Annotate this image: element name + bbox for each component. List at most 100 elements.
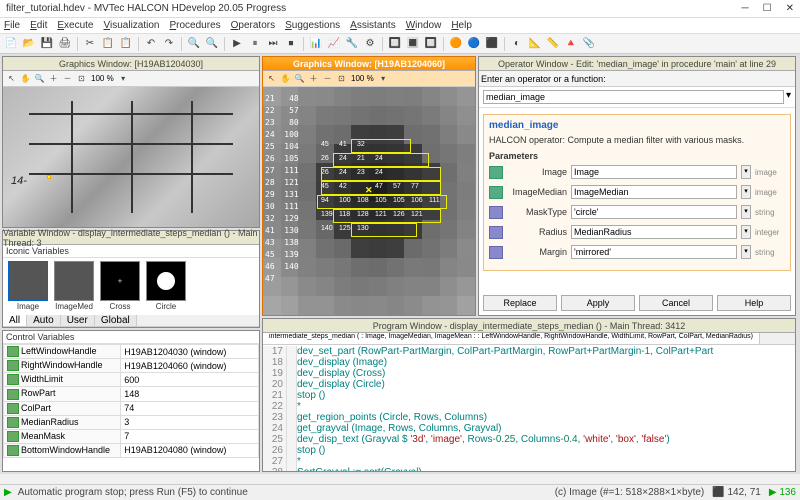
toolbar-button[interactable]: 🔍 <box>204 36 220 52</box>
toolbar-button[interactable]: 🔳 <box>405 36 421 52</box>
toolbar-button[interactable]: ⏭ <box>265 36 281 52</box>
replace-button[interactable]: Replace <box>483 295 557 311</box>
zoomout-icon[interactable]: － <box>321 72 334 85</box>
code-line[interactable]: 23get_region_points (Circle, Rows, Colum… <box>263 412 795 423</box>
toolbar-button[interactable]: ↶ <box>143 36 159 52</box>
toolbar-button[interactable]: 🔍 <box>186 36 202 52</box>
close-button[interactable]: ✕ <box>786 3 794 14</box>
toolbar-button[interactable]: 🔵 <box>466 36 482 52</box>
toolbar-button[interactable]: 📋 <box>118 36 134 52</box>
varw-title[interactable]: Variable Window - display_intermediate_s… <box>3 231 259 245</box>
tab-procedure[interactable]: intermediate_steps_median ( : Image, Ima… <box>263 333 760 344</box>
menu-operators[interactable]: Operators <box>231 20 275 31</box>
code-line[interactable]: 25dev_disp_text (Grayval $ '3d', 'image'… <box>263 434 795 445</box>
toolbar-button[interactable]: ⬛ <box>484 36 500 52</box>
code-line[interactable]: 26stop () <box>263 445 795 456</box>
thumbnail[interactable]: Image <box>6 261 50 311</box>
code-line[interactable]: 19dev_display (Cross) <box>263 368 795 379</box>
zoomin-icon[interactable]: ＋ <box>47 72 60 85</box>
zoom-icon[interactable]: 🔍 <box>33 72 46 85</box>
toolbar-button[interactable]: ◐ <box>509 36 525 52</box>
minimize-button[interactable]: ─ <box>742 3 749 14</box>
gw2-title[interactable]: Graphics Window: [H19AB1204060] <box>263 57 475 71</box>
code-line[interactable]: 17dev_set_part (RowPart-PartMargin, ColP… <box>263 346 795 357</box>
menu-file[interactable]: File <box>4 20 20 31</box>
menu-procedures[interactable]: Procedures <box>169 20 220 31</box>
thumbnail[interactable]: ImageMed <box>52 261 96 311</box>
tab-global[interactable]: Global <box>95 315 137 326</box>
table-row[interactable]: BottomWindowHandleH19AB1204080 (window) <box>4 443 259 457</box>
toolbar-button[interactable]: 📋 <box>100 36 116 52</box>
toolbar-button[interactable]: 📐 <box>527 36 543 52</box>
code-line[interactable]: 18dev_display (Image) <box>263 357 795 368</box>
code-line[interactable]: 22* <box>263 401 795 412</box>
menu-help[interactable]: Help <box>451 20 472 31</box>
chevron-down-icon[interactable]: ▾ <box>117 72 130 85</box>
code-editor[interactable]: 17dev_set_part (RowPart-PartMargin, ColP… <box>263 345 795 471</box>
gw1-image[interactable]: 14- <box>3 87 259 227</box>
toolbar-button[interactable]: ⏸ <box>247 36 263 52</box>
toolbar-button[interactable]: 🔲 <box>423 36 439 52</box>
help-button[interactable]: Help <box>717 295 791 311</box>
toolbar-button[interactable]: ⏹ <box>283 36 299 52</box>
thumbnail[interactable]: Cross <box>98 261 142 311</box>
toolbar-button[interactable]: 📂 <box>21 36 37 52</box>
chevron-down-icon[interactable]: ▾ <box>741 165 751 179</box>
gw1-title[interactable]: Graphics Window: [H19AB1204030] <box>3 57 259 71</box>
opw-title[interactable]: Operator Window - Edit: 'median_image' i… <box>479 57 795 71</box>
code-line[interactable]: 20dev_display (Circle) <box>263 379 795 390</box>
toolbar-button[interactable]: 🔧 <box>344 36 360 52</box>
hand-icon[interactable]: ✋ <box>19 72 32 85</box>
tab-auto[interactable]: Auto <box>27 315 61 326</box>
fit-icon[interactable]: ⊡ <box>335 72 348 85</box>
param-input[interactable] <box>571 225 737 239</box>
table-row[interactable]: MeanMask7 <box>4 429 259 443</box>
chevron-down-icon[interactable]: ▾ <box>741 185 751 199</box>
menu-execute[interactable]: Execute <box>57 20 93 31</box>
zoom-icon[interactable]: 🔍 <box>293 72 306 85</box>
maximize-button[interactable]: ☐ <box>763 3 772 14</box>
toolbar-button[interactable]: ↷ <box>161 36 177 52</box>
menu-edit[interactable]: Edit <box>30 20 47 31</box>
chevron-down-icon[interactable]: ▾ <box>377 72 390 85</box>
tab-user[interactable]: User <box>61 315 95 326</box>
param-input[interactable] <box>571 185 737 199</box>
code-line[interactable]: 27* <box>263 456 795 467</box>
table-row[interactable]: LeftWindowHandleH19AB1204030 (window) <box>4 345 259 359</box>
toolbar-button[interactable]: 📈 <box>326 36 342 52</box>
operator-combo[interactable] <box>483 90 784 104</box>
menu-suggestions[interactable]: Suggestions <box>285 20 340 31</box>
table-row[interactable]: ColPart74 <box>4 401 259 415</box>
chevron-down-icon[interactable]: ▾ <box>741 205 751 219</box>
cvw-table-wrap[interactable]: LeftWindowHandleH19AB1204030 (window)Rig… <box>3 344 259 471</box>
menu-assistants[interactable]: Assistants <box>350 20 396 31</box>
toolbar-button[interactable]: ✂ <box>82 36 98 52</box>
gw2-pixel-view[interactable]: 21 48 22 57 23 80 24 100 25 104 26 105 2… <box>263 87 475 315</box>
menu-visualization[interactable]: Visualization <box>104 20 160 31</box>
chevron-down-icon[interactable]: ▾ <box>741 245 751 259</box>
table-row[interactable]: RightWindowHandleH19AB1204060 (window) <box>4 359 259 373</box>
toolbar-button[interactable]: ▶ <box>229 36 245 52</box>
fit-icon[interactable]: ⊡ <box>75 72 88 85</box>
toolbar-button[interactable]: 💾 <box>39 36 55 52</box>
tab-all[interactable]: All <box>3 315 27 326</box>
thumbnail[interactable]: Circle <box>144 261 188 311</box>
pgw-title[interactable]: Program Window - display_intermediate_st… <box>263 319 795 333</box>
toolbar-button[interactable]: 📎 <box>581 36 597 52</box>
chevron-down-icon[interactable]: ▾ <box>741 225 751 239</box>
table-row[interactable]: RowPart148 <box>4 387 259 401</box>
toolbar-button[interactable]: 📊 <box>308 36 324 52</box>
hand-icon[interactable]: ✋ <box>279 72 292 85</box>
toolbar-button[interactable]: 📄 <box>3 36 19 52</box>
pointer-icon[interactable]: ↖ <box>5 72 18 85</box>
zoomin-icon[interactable]: ＋ <box>307 72 320 85</box>
toolbar-button[interactable]: 📏 <box>545 36 561 52</box>
code-line[interactable]: 28SortGrayval := sort(Grayval) <box>263 467 795 471</box>
cancel-button[interactable]: Cancel <box>639 295 713 311</box>
toolbar-button[interactable]: ⚙ <box>362 36 378 52</box>
toolbar-button[interactable]: 🟠 <box>448 36 464 52</box>
param-input[interactable] <box>571 205 737 219</box>
code-line[interactable]: 21stop () <box>263 390 795 401</box>
zoomout-icon[interactable]: － <box>61 72 74 85</box>
param-input[interactable] <box>571 165 737 179</box>
